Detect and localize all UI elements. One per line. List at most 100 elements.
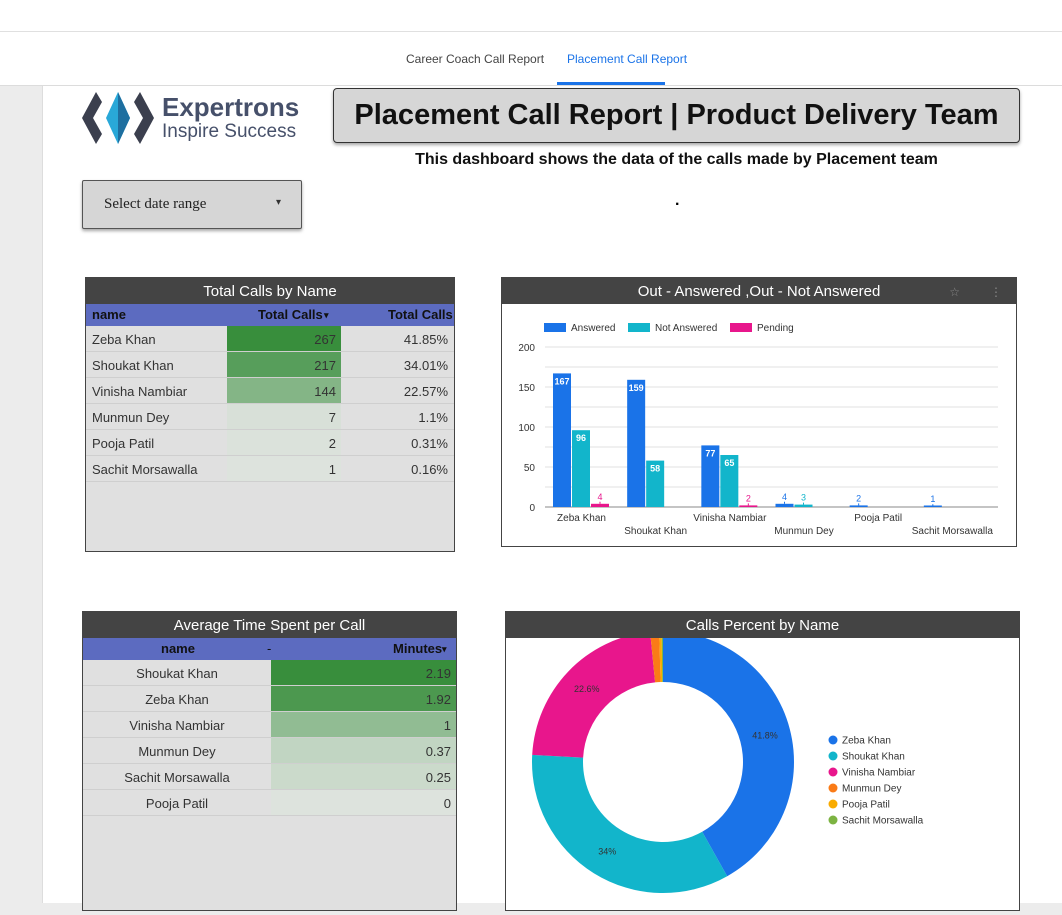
bar-data-label: 159 [629,383,644,393]
more-options-icon[interactable]: ⋮ [990,278,1002,306]
total-calls-title: Total Calls by Name [86,278,454,304]
table-row[interactable]: Sachit Morsawalla 1 0.16% [86,456,454,482]
donut-slice[interactable] [532,631,656,758]
total-calls-heat-cell [227,430,341,455]
legend-swatch [828,815,838,825]
row-total-calls-percent: 34.01% [403,358,448,373]
tab-placement-call-report[interactable]: Placement Call Report [567,52,687,66]
header-name[interactable]: name [92,307,126,322]
row-total-calls: 1 [328,462,336,477]
row-total-calls-percent: 1.1% [418,410,448,425]
sort-desc-icon[interactable]: ▾ [442,644,447,655]
top-bar [0,0,1062,32]
active-tab-indicator [557,82,665,85]
bar-mark[interactable] [739,505,758,507]
row-name: Munmun Dey [92,410,170,425]
bar-mark[interactable] [794,504,813,507]
answered-chart-header: Out - Answered ,Out - Not Answered ☆ ⋮ [502,278,1016,304]
calls-percent-title: Calls Percent by Name [685,617,840,634]
avg-time-table: Average Time Spent per Call name - Minut… [82,611,457,911]
table-row[interactable]: Vinisha Nambiar 144 22.57% [86,378,454,404]
bar-mark[interactable] [627,379,646,507]
row-minutes: 0.37 [425,744,451,759]
row-name: Munmun Dey [138,744,216,759]
x-tick-label: Sachit Morsawalla [912,526,994,537]
row-total-calls-percent: 41.85% [403,332,448,347]
header-name[interactable]: name [161,641,195,656]
slice-label: 34% [598,847,616,857]
bar-mark[interactable] [553,373,571,507]
legend-swatch [828,751,838,761]
total-calls-header-row: name Total Calls ▾ Total Calls [86,304,454,326]
avg-time-title: Average Time Spent per Call [83,612,456,638]
bar-data-label: 1 [930,494,935,504]
calls-percent-header: Calls Percent by Name [506,612,1019,638]
page-title: Placement Call Report | Product Delivery… [333,88,1020,143]
bar-data-label: 2 [856,493,861,503]
legend-swatch [828,799,838,809]
x-tick-label: Zeba Khan [557,513,606,524]
row-total-calls: 267 [314,332,336,347]
legend-label: Answered [571,323,615,334]
legend-swatch [628,323,650,332]
row-name: Sachit Morsawalla [92,462,198,477]
legend-swatch [828,767,838,777]
star-icon[interactable]: ☆ [949,278,960,306]
table-row[interactable]: Pooja Patil 2 0.31% [86,430,454,456]
table-row[interactable]: Sachit Morsawalla 0.25 [83,764,456,790]
legend-swatch [828,735,838,745]
donut-slice[interactable] [532,754,728,893]
minutes-heat-cell [271,712,456,737]
row-name: Shoukat Khan [92,358,174,373]
total-calls-heat-cell [227,404,341,429]
row-total-calls: 2 [328,436,336,451]
bar-data-label: 2 [746,493,751,503]
table-row[interactable]: Shoukat Khan 217 34.01% [86,352,454,378]
bar-data-label: 4 [597,492,602,502]
header-minutes[interactable]: Minutes [393,641,442,656]
row-name: Pooja Patil [145,796,209,811]
row-total-calls-percent: 22.57% [403,384,448,399]
chevron-down-icon: ▾ [275,197,281,208]
y-tick-label: 0 [529,503,535,514]
separator-dot: . [675,192,680,209]
x-tick-label: Vinisha Nambiar [693,513,767,524]
row-minutes: 1.92 [425,692,451,707]
legend-label: Vinisha Nambiar [842,768,916,779]
legend-label: Sachit Morsawalla [842,816,924,827]
expertrons-logo-icon [82,92,154,144]
table-row[interactable]: Pooja Patil 0 [83,790,456,816]
table-row[interactable]: Munmun Dey 7 1.1% [86,404,454,430]
slice-label: 41.8% [752,730,778,740]
bar-mark[interactable] [775,503,794,507]
bar-data-label: 58 [650,464,660,474]
sort-desc-icon[interactable]: ▾ [324,310,329,321]
y-tick-label: 100 [518,423,535,434]
row-name: Zeba Khan [145,692,209,707]
row-total-calls: 217 [314,358,336,373]
x-tick-label: Munmun Dey [774,526,833,537]
legend-swatch [730,323,752,332]
date-range-picker[interactable]: Select date range ▾ [82,180,302,229]
tab-career-coach-call-report[interactable]: Career Coach Call Report [406,52,544,66]
y-tick-label: 150 [518,383,535,394]
row-name: Shoukat Khan [136,666,218,681]
bar-data-label: 77 [705,448,715,458]
answered-chart-panel: Out - Answered ,Out - Not Answered ☆ ⋮ A… [501,277,1017,547]
row-name: Vinisha Nambiar [129,718,225,733]
header-total-calls[interactable]: Total Calls [258,307,323,322]
total-calls-table: Total Calls by Name name Total Calls ▾ T… [85,277,455,552]
row-minutes: 2.19 [425,666,451,681]
header-total-calls-percent[interactable]: Total Calls [388,307,453,322]
table-row[interactable]: Munmun Dey 0.37 [83,738,456,764]
row-minutes: 0 [443,796,451,811]
table-row[interactable]: Zeba Khan 1.92 [83,686,456,712]
table-row[interactable]: Vinisha Nambiar 1 [83,712,456,738]
bar-mark[interactable] [591,503,609,507]
answered-chart-title: Out - Answered ,Out - Not Answered [637,283,881,300]
table-row[interactable]: Shoukat Khan 2.19 [83,660,456,686]
legend-label: Zeba Khan [842,736,891,747]
row-total-calls-percent: 0.31% [411,436,448,451]
table-row[interactable]: Zeba Khan 267 41.85% [86,326,454,352]
bar-mark[interactable] [849,505,868,507]
